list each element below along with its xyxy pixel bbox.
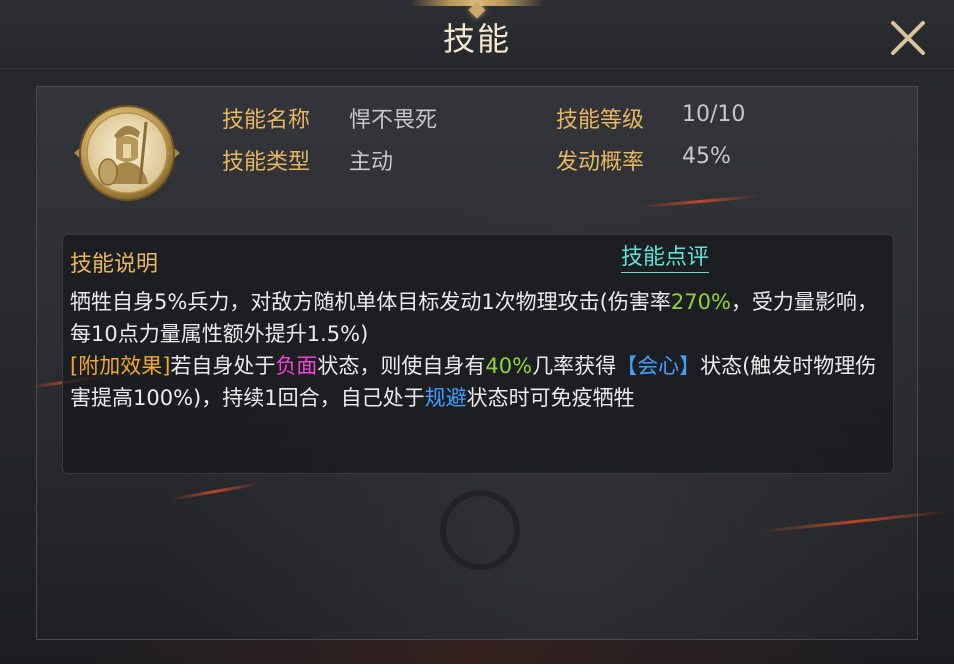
close-icon — [891, 21, 925, 55]
proc-chance-value: 40% — [485, 354, 533, 378]
trigger-chance-value: 45% — [682, 144, 731, 169]
spartan-warrior-icon — [74, 105, 180, 201]
skill-description-text: 牺牲自身5%兵力，对敌方随机单体目标发动1次物理攻击(伤害率270%，受力量影响… — [70, 286, 880, 414]
skill-review-link[interactable]: 技能点评 — [621, 244, 710, 273]
dialog-title: 技能 — [442, 20, 511, 58]
title-bar: 技能 — [0, 0, 954, 69]
negative-status-keyword: 负面 — [275, 354, 318, 378]
desc-text-segment: 若自身处于 — [170, 354, 276, 378]
desc-text-segment: 状态时可免疫牺牲 — [466, 386, 635, 410]
desc-text-segment: 几率获得 — [532, 354, 617, 378]
skill-description-title: 技能说明 — [70, 252, 159, 277]
skill-emblem — [74, 100, 180, 206]
close-button[interactable] — [884, 14, 932, 62]
damage-rate-value: 270% — [670, 290, 731, 314]
chariot-wheel-decoration — [440, 490, 520, 570]
skill-type-label: 技能类型 — [222, 150, 311, 175]
desc-text-segment: 状态，则使自身有 — [317, 354, 486, 378]
desc-text-segment: 牺牲自身5%兵力，对敌方随机单体目标发动1次物理攻击(伤害率 — [70, 290, 671, 314]
skill-level-value: 10/10 — [682, 102, 746, 127]
skill-name-value: 悍不畏死 — [349, 108, 438, 133]
evasion-status-keyword: 规避 — [424, 386, 467, 410]
extra-effect-tag: [附加效果] — [70, 354, 171, 378]
skill-name-label: 技能名称 — [222, 108, 311, 133]
skill-dialog: 技能 技能名称 悍不畏死 技能等级 10/10 技能类型 主动 发动概率 45%… — [0, 0, 954, 664]
trigger-chance-label: 发动概率 — [556, 150, 645, 175]
critical-status-keyword: 【会心】 — [616, 354, 701, 378]
title-ornament — [411, 0, 543, 6]
skill-level-label: 技能等级 — [556, 108, 645, 133]
skill-type-value: 主动 — [349, 150, 394, 175]
